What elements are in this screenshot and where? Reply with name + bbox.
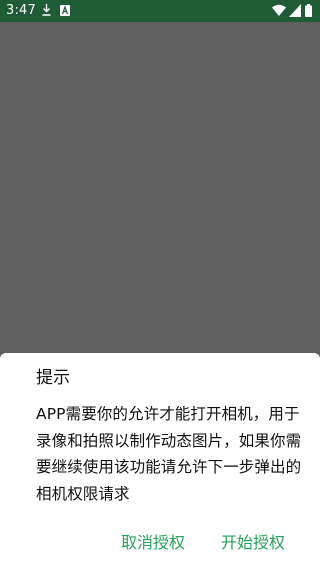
signal-icon	[289, 4, 301, 17]
status-time: 3:47	[6, 3, 36, 18]
dialog-title: 提示	[36, 368, 70, 388]
status-bar: 3:47	[0, 0, 320, 22]
notification-a-icon	[60, 5, 70, 16]
wifi-icon	[272, 4, 286, 16]
permission-dialog: 提示 APP需要你的允许才能打开相机，用于录像和拍照以制作动态图片，如果你需要继…	[0, 353, 320, 569]
dialog-message: APP需要你的允许才能打开相机，用于录像和拍照以制作动态图片，如果你需要继续使用…	[36, 405, 302, 503]
download-icon	[42, 4, 51, 16]
start-authorization-button[interactable]: 开始授权	[221, 531, 285, 555]
battery-icon	[305, 4, 312, 17]
cancel-authorization-button[interactable]: 取消授权	[121, 531, 185, 555]
